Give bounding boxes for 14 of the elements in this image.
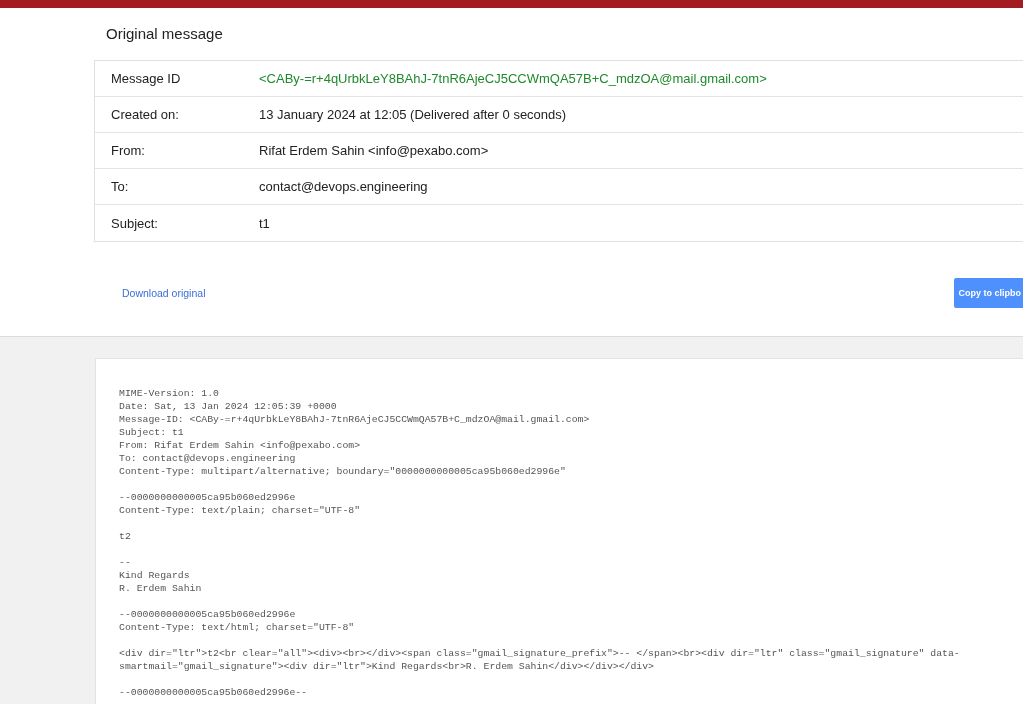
detail-label: To: (110, 178, 130, 196)
download-link[interactable]: Download original (122, 287, 206, 299)
detail-label: Message ID (110, 70, 182, 88)
detail-label: From: (110, 142, 146, 160)
raw-message-text: MIME-Version: 1.0 Date: Sat, 13 Jan 2024 12:05:39 +0000 Message-ID: <CABy-=r+4qUrbkLeY8BAhJ-7tnR6AjeCJ5CCWmQA57B+C_mdzOA@mail.gmail.com> Subject: t1 From: Rifat Erdem Sahin <info@pexabo.com> To: contact@devops.engineering Content-Type: multipart/alternative; boundary="0000000000005ca95b060ed2996e" --0000000000005ca95b060ed2996e Content-Type: text/plain; charset="UTF-8" t2 -- Kind Regards R. Erdem Sahin --0000000000005ca95b060ed2996e Content-Type: text/html; charset="UTF-8" <div dir="ltr">t2<br clear="all"><div><br></div><span class="gmail_signature_prefix">-- </span><br><div dir="ltr" class="gmail_signature" data-smartmail="gmail_signature"><div dir="ltr">Kind Regards<br>R. Erdem Sahin</div></div></div> --0000000000005ca95b060ed2996e-- (119, 387, 961, 699)
detail-label: Subject: (110, 214, 159, 233)
detail-value: Rifat Erdem Sahin <info@pexabo.com> (259, 142, 490, 160)
detail-label: Created on: (110, 106, 180, 124)
detail-value: t1 (259, 214, 271, 233)
detail-value: 13 January 2024 at 12:05 (Delivered after 0 seconds) (259, 106, 568, 124)
page-title: Original message (106, 24, 223, 44)
detail-value: contact@devops.engineering (259, 178, 429, 196)
detail-value: <CABy-=r+4qUrbkLeY8BAhJ-7tnR6AjeCJ5CCWmQA57B+C_mdzOA@mail.gmail.com> (259, 70, 768, 88)
copy-button[interactable]: Copy to clipbo (953, 278, 1023, 308)
